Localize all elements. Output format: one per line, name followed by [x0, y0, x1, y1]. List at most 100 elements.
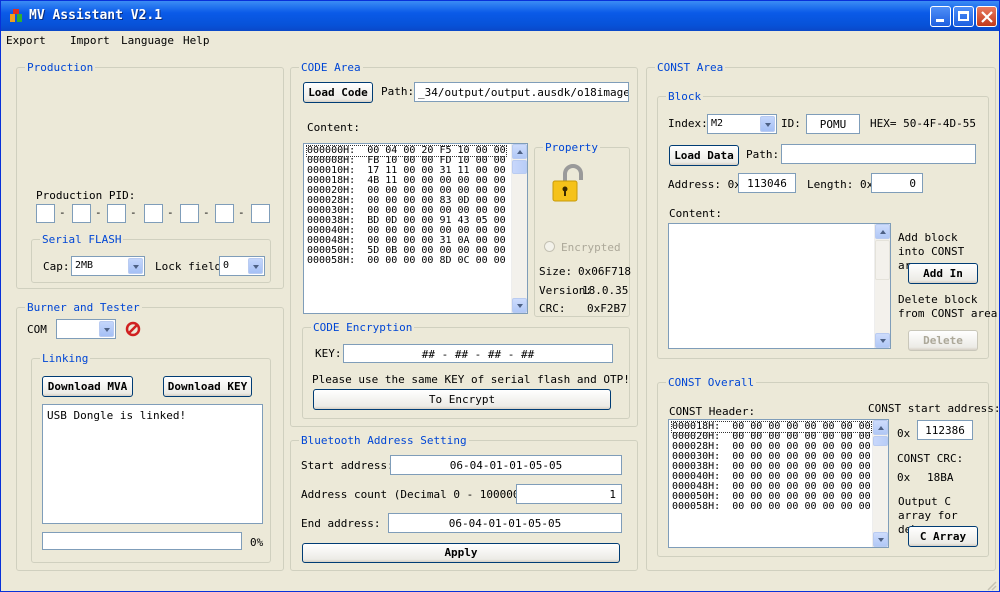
menu-import[interactable]: Import: [70, 34, 110, 47]
pid-field-7[interactable]: [251, 204, 270, 223]
menu-language[interactable]: Language: [121, 34, 174, 47]
maximize-button[interactable]: [953, 6, 974, 27]
lock-field-select[interactable]: 0: [219, 256, 265, 276]
code-rows: 000000H: 00 04 00 20 F5 10 00 00 000008H:…: [306, 145, 507, 266]
code-content-list[interactable]: 000000H: 00 04 00 20 F5 10 00 00 000008H:…: [303, 143, 528, 314]
scroll-thumb[interactable]: [873, 436, 888, 446]
minimize-button[interactable]: [930, 6, 951, 27]
production-title: Production: [25, 61, 96, 74]
block-content-list[interactable]: [668, 223, 891, 349]
const-start-address-label: CONST start address:: [868, 402, 1000, 415]
chevron-down-icon[interactable]: [248, 258, 263, 274]
length-label: Length: 0x: [807, 178, 874, 191]
key-label: KEY:: [315, 347, 342, 360]
start-address-label: Start address:: [301, 459, 394, 472]
scroll-up-icon[interactable]: [873, 420, 888, 435]
pid-field-4[interactable]: [144, 204, 163, 223]
close-button[interactable]: [976, 6, 997, 27]
cap-select[interactable]: 2MB: [71, 256, 145, 276]
const-area-title: CONST Area: [655, 61, 726, 74]
pid-separator: -: [59, 206, 66, 219]
chevron-down-icon[interactable]: [128, 258, 143, 274]
const-overall-title: CONST Overall: [666, 376, 757, 389]
const-header-list[interactable]: 000018H: 00 00 00 00 00 00 00 00 000020H:…: [668, 419, 889, 548]
address-count-input[interactable]: 1: [516, 484, 622, 504]
encrypted-label: Encrypted: [561, 241, 621, 254]
pid-field-1[interactable]: [36, 204, 55, 223]
pid-separator: -: [95, 206, 102, 219]
hex-label: HEX= 50-4F-4D-55: [870, 117, 976, 130]
block-title: Block: [666, 90, 704, 103]
code-area-title: CODE Area: [299, 61, 363, 74]
menu-help[interactable]: Help: [183, 34, 210, 47]
start-prefix: 0x: [897, 427, 911, 440]
pid-field-6[interactable]: [215, 204, 234, 223]
lock-open-icon: [552, 164, 583, 202]
c-array-button[interactable]: C Array: [908, 526, 978, 547]
pid-separator: -: [238, 206, 245, 219]
data-path-input[interactable]: [781, 144, 976, 164]
close-icon: [981, 11, 993, 23]
title-bar[interactable]: MV Assistant V2.1: [1, 1, 999, 31]
resize-grip-icon[interactable]: [985, 579, 997, 591]
index-value: M2: [711, 118, 724, 129]
code-scrollbar[interactable]: [511, 144, 527, 313]
crc-prefix: 0x: [897, 471, 911, 484]
scroll-up-icon[interactable]: [512, 144, 527, 159]
apply-button[interactable]: Apply: [302, 543, 620, 563]
lock-field-label: Lock field: [155, 260, 222, 273]
const-scrollbar[interactable]: [872, 420, 888, 547]
pid-separator: -: [130, 206, 137, 219]
length-input[interactable]: 0: [871, 173, 923, 193]
delete-block-note: Delete block from CONST area: [898, 293, 998, 320]
code-path-label: Path:: [381, 85, 415, 98]
scroll-thumb[interactable]: [512, 160, 527, 174]
production-pid-label: Production PID:: [36, 189, 136, 202]
pid-field-5[interactable]: [180, 204, 199, 223]
const-header-label: CONST Header:: [669, 405, 756, 418]
const-start-address-input[interactable]: 112386: [917, 420, 973, 440]
chevron-down-icon[interactable]: [760, 116, 775, 132]
menu-export[interactable]: Export: [6, 34, 46, 47]
encrypted-radio: [544, 241, 555, 252]
size-value: 0x06F718: [578, 265, 631, 278]
download-mva-button[interactable]: Download MVA: [42, 376, 133, 397]
scroll-down-icon[interactable]: [512, 298, 527, 313]
scroll-down-icon[interactable]: [873, 532, 888, 547]
key-input[interactable]: ## - ## - ## - ##: [343, 344, 613, 363]
hex-row: 000058H: 00 00 00 00 00 00 00 00: [672, 501, 871, 512]
start-address-input[interactable]: 06-04-01-01-05-05: [390, 455, 622, 475]
download-key-button[interactable]: Download KEY: [163, 376, 252, 397]
scroll-track[interactable]: [875, 240, 890, 280]
id-input[interactable]: POMU: [806, 114, 860, 134]
end-address-input[interactable]: 06-04-01-01-05-05: [388, 513, 622, 533]
load-code-button[interactable]: Load Code: [303, 82, 373, 103]
chevron-down-icon[interactable]: [99, 321, 114, 337]
address-input[interactable]: 113046: [738, 173, 796, 193]
com-select[interactable]: [56, 319, 116, 339]
delete-button[interactable]: Delete: [908, 330, 978, 351]
code-path-input[interactable]: _34/output/output.ausdk/o18image.bin: [414, 82, 629, 102]
add-in-button[interactable]: Add In: [908, 263, 978, 284]
load-data-button[interactable]: Load Data: [669, 145, 739, 166]
scroll-up-icon[interactable]: [875, 224, 890, 239]
address-count-label: Address count (Decimal 0 - 100000):: [301, 488, 533, 501]
data-path-label: Path:: [746, 148, 780, 161]
const-crc-label: CONST CRC:: [897, 452, 964, 465]
pid-field-2[interactable]: [72, 204, 91, 223]
index-select[interactable]: M2: [707, 114, 777, 134]
const-rows: 000018H: 00 00 00 00 00 00 00 00 000020H:…: [671, 421, 872, 512]
window-title: MV Assistant V2.1: [29, 8, 163, 23]
content-label: Content:: [307, 121, 360, 134]
encryption-note: Please use the same KEY of serial flash …: [312, 373, 630, 386]
disconnect-icon[interactable]: [125, 321, 141, 337]
size-label: Size:: [539, 265, 573, 278]
version-value: 18.0.35: [582, 284, 629, 297]
to-encrypt-button[interactable]: To Encrypt: [313, 389, 611, 410]
bluetooth-title: Bluetooth Address Setting: [299, 434, 469, 447]
pid-field-3[interactable]: [107, 204, 126, 223]
block-scrollbar[interactable]: [874, 224, 890, 348]
end-address-label: End address:: [301, 517, 381, 530]
app-icon: [10, 9, 22, 22]
scroll-down-icon[interactable]: [875, 333, 890, 348]
